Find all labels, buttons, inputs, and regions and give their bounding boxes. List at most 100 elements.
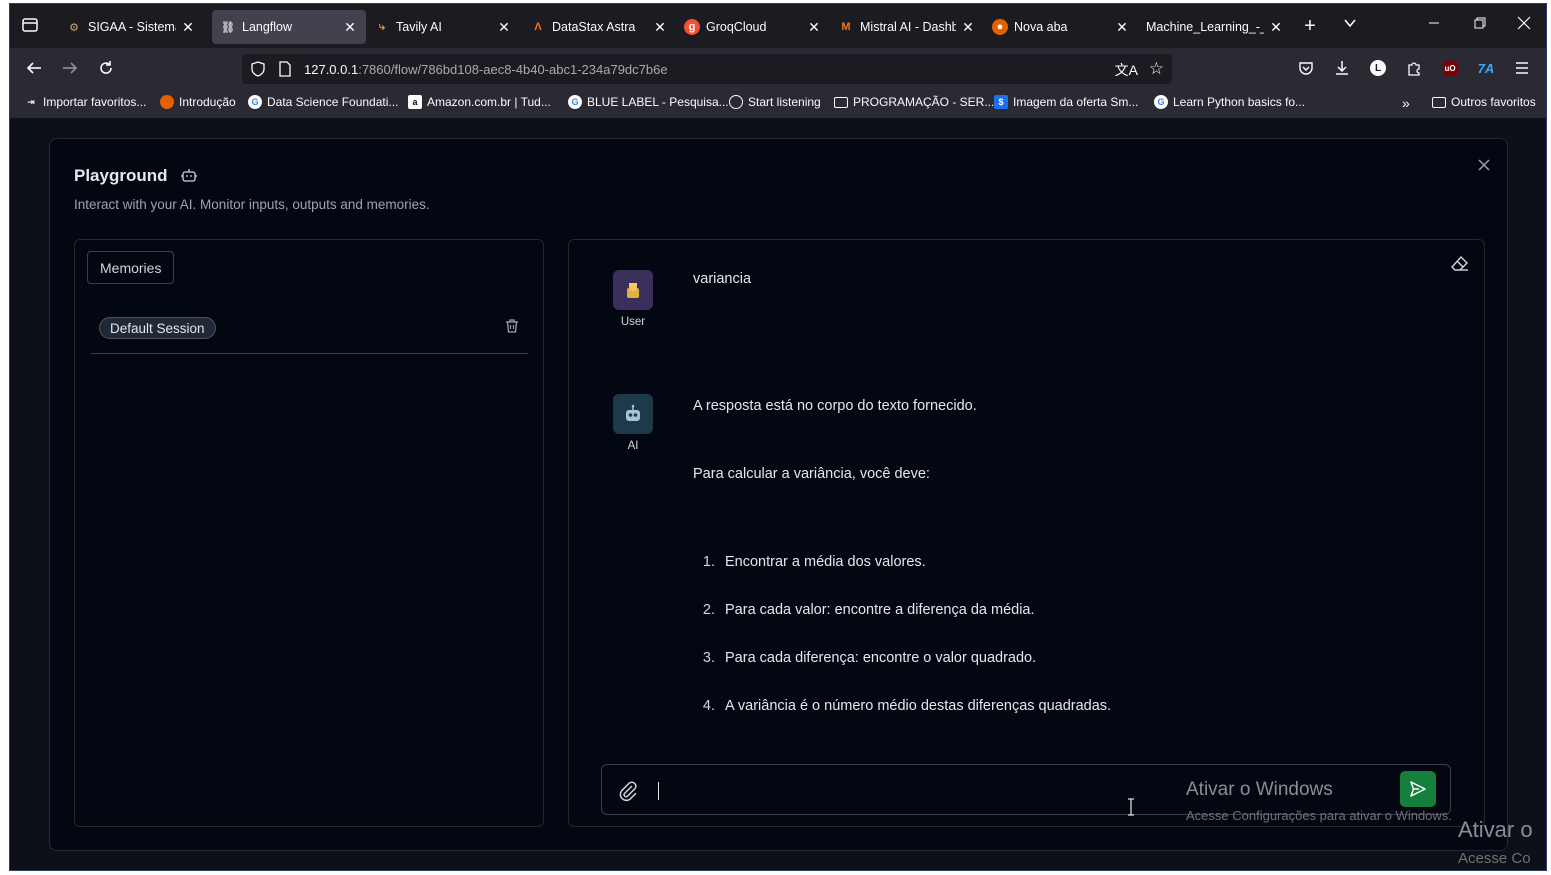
memories-button[interactable]: Memories: [87, 251, 175, 284]
minimize-icon[interactable]: [1424, 16, 1444, 34]
list-number: 4.: [702, 698, 715, 714]
download-icon[interactable]: [1330, 56, 1354, 80]
activation-watermark-title-2: Ativar o: [1458, 817, 1533, 842]
tab-sigaa[interactable]: ⚙ SIGAA - Sistema In ✕: [58, 10, 204, 44]
paperclip-icon[interactable]: [616, 779, 640, 803]
list-text: Para cada diferença: encontre o valor qu…: [725, 650, 1037, 666]
bookmark-introducao[interactable]: Introdução: [160, 95, 236, 109]
user-avatar-icon: [613, 270, 653, 310]
close-icon[interactable]: ✕: [806, 19, 822, 36]
close-icon[interactable]: ✕: [496, 19, 512, 36]
shield-icon[interactable]: [250, 61, 268, 77]
tab-groq[interactable]: g GroqCloud ✕: [676, 10, 830, 44]
list-item: 2. Para cada valor: encontre a diferença …: [693, 602, 1035, 618]
close-icon[interactable]: ✕: [1268, 19, 1284, 36]
tab-label: Tavily AI: [396, 20, 442, 34]
bookmark-data-science[interactable]: G Data Science Foundati...: [248, 95, 398, 109]
forward-icon[interactable]: [58, 56, 82, 80]
send-button[interactable]: [1400, 771, 1436, 807]
close-icon[interactable]: ✕: [960, 19, 976, 36]
memories-panel: Memories Default Session: [74, 239, 544, 827]
datastax-icon: Λ: [534, 21, 542, 33]
tavily-icon: ⤷: [378, 20, 386, 33]
menu-icon[interactable]: [1510, 56, 1534, 80]
message-text: variancia: [693, 271, 752, 287]
restore-icon[interactable]: [1470, 16, 1490, 34]
bookmark-label: BLUE LABEL - Pesquisa...: [587, 95, 729, 109]
bookmark-learn-python[interactable]: G Learn Python basics fo...: [1154, 95, 1305, 109]
modal-subtitle: Interact with your AI. Monitor inputs, o…: [74, 197, 430, 212]
close-icon[interactable]: ✕: [180, 19, 196, 36]
ublock-icon[interactable]: uO: [1438, 56, 1462, 80]
bookmark-label: PROGRAMAÇÃO - SER...: [853, 95, 995, 109]
translate-extension-icon[interactable]: 7A: [1474, 56, 1498, 80]
session-badge[interactable]: Default Session: [99, 317, 216, 339]
bookmark-blue-label[interactable]: G BLUE LABEL - Pesquisa...: [568, 95, 729, 109]
tab-datastax[interactable]: Λ DataStax Astra ✕: [522, 10, 676, 44]
bookmark-start-listening[interactable]: Start listening: [729, 95, 821, 109]
send-icon: [1410, 781, 1426, 797]
tab-nova-aba[interactable]: ● Nova aba ✕: [984, 10, 1138, 44]
activation-watermark-subtitle-2: Acesse Co: [1458, 850, 1531, 867]
pocket-icon[interactable]: [1294, 56, 1318, 80]
bookmark-label: Data Science Foundati...: [267, 95, 399, 109]
star-icon[interactable]: ☆: [1149, 59, 1164, 79]
account-icon[interactable]: L: [1366, 56, 1390, 80]
bookmark-label: Outros favoritos: [1451, 95, 1536, 109]
tab-langflow[interactable]: ⛓ Langflow ✕: [212, 10, 366, 44]
google-icon: G: [248, 95, 262, 109]
bot-icon: [180, 167, 198, 185]
robot-avatar-icon: [613, 394, 653, 434]
tab-overview-icon[interactable]: [20, 16, 40, 36]
list-text: Encontrar a média dos valores.: [725, 554, 926, 570]
bookmark-imagem-oferta[interactable]: $ Imagem da oferta Sm...: [994, 95, 1138, 109]
eraser-icon[interactable]: [1450, 254, 1470, 274]
close-icon[interactable]: ✕: [342, 19, 358, 36]
bookmark-label: Introdução: [179, 95, 236, 109]
google-icon: G: [1154, 95, 1168, 109]
text-caret: [658, 782, 659, 800]
firefox-icon: ●: [992, 19, 1008, 35]
bookmark-amazon[interactable]: a Amazon.com.br | Tud...: [408, 95, 551, 109]
extensions-icon[interactable]: [1402, 56, 1426, 80]
browser-window: ⚙ SIGAA - Sistema In ✕ ⛓ Langflow ✕ ⤷ Ta…: [9, 3, 1547, 871]
chevron-down-icon[interactable]: [1340, 16, 1360, 35]
tab-label: DataStax Astra: [552, 20, 636, 34]
page-icon[interactable]: [278, 61, 294, 77]
sender-label: AI: [627, 440, 639, 452]
tab-mistral[interactable]: M Mistral AI - Dashb ✕: [830, 10, 984, 44]
url-text[interactable]: 127.0.0.1:7860/flow/786bd108-aec8-4b40-a…: [304, 62, 668, 77]
trash-icon[interactable]: [504, 318, 520, 334]
google-icon: G: [568, 95, 582, 109]
bookmarks-overflow-icon[interactable]: »: [1402, 95, 1410, 111]
message-text: A resposta está no corpo do texto fornec…: [693, 398, 977, 414]
back-icon[interactable]: [22, 56, 46, 80]
session-item[interactable]: Default Session: [91, 306, 528, 354]
bookmark-programacao[interactable]: PROGRAMAÇÃO - SER...: [834, 95, 994, 109]
close-icon[interactable]: ✕: [1114, 19, 1130, 36]
bookmark-label: Imagem da oferta Sm...: [1013, 95, 1139, 109]
tab-label: Mistral AI - Dashb: [860, 20, 956, 34]
address-bar[interactable]: 127.0.0.1:7860/flow/786bd108-aec8-4b40-a…: [242, 54, 1172, 84]
bookmark-label: Learn Python basics fo...: [1173, 95, 1306, 109]
text-cursor-icon: [1126, 798, 1136, 816]
bookmark-outros-favoritos[interactable]: Outros favoritos: [1432, 95, 1536, 109]
tab-machine-learning[interactable]: Machine_Learning_-_P ✕: [1138, 10, 1292, 44]
bookmark-label: Importar favoritos...: [43, 95, 147, 109]
translate-icon[interactable]: 文A: [1115, 60, 1138, 80]
url-path: :7860/flow/786bd108-aec8-4b40-abc1-234a7…: [358, 61, 668, 77]
dollar-icon: $: [994, 95, 1008, 109]
bookmark-importar[interactable]: ⇥ Importar favoritos...: [24, 95, 146, 109]
tab-tavily[interactable]: ⤷ Tavily AI ✕: [366, 10, 520, 44]
window-close-icon[interactable]: [1514, 16, 1534, 35]
activation-watermark-subtitle: Acesse Configurações para ativar o Windo…: [1186, 808, 1452, 823]
close-icon[interactable]: [1478, 155, 1490, 176]
new-tab-icon[interactable]: +: [1300, 16, 1320, 36]
tab-bar: ⚙ SIGAA - Sistema In ✕ ⛓ Langflow ✕ ⤷ Ta…: [10, 4, 1546, 48]
firefox-icon: [160, 95, 174, 109]
list-number: 1.: [702, 554, 715, 570]
close-icon[interactable]: ✕: [652, 19, 668, 36]
modal-header: Playground: [74, 166, 198, 186]
import-icon: ⇥: [27, 96, 35, 107]
reload-icon[interactable]: [94, 56, 118, 80]
